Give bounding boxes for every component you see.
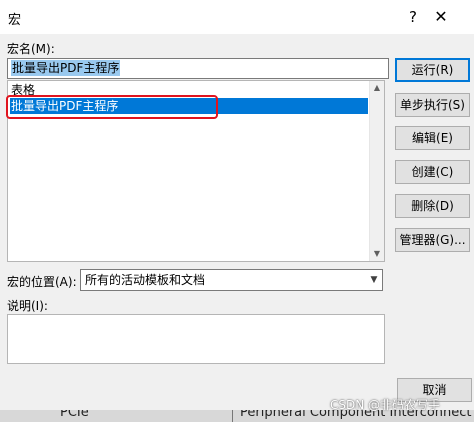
macro-name-input[interactable]: 批量导出PDF主程序 xyxy=(7,58,389,79)
delete-button[interactable]: 删除(D) xyxy=(395,194,470,218)
step-into-button[interactable]: 单步执行(S) xyxy=(395,93,470,117)
background-divider xyxy=(232,410,233,422)
title-bar: 宏 ? ✕ xyxy=(0,0,474,34)
macro-name-value: 批量导出PDF主程序 xyxy=(11,60,121,76)
description-field[interactable] xyxy=(7,314,385,364)
edit-button[interactable]: 编辑(E) xyxy=(395,126,470,150)
macro-list[interactable]: 表格 批量导出PDF主程序 ▲ ▼ xyxy=(7,80,385,262)
macro-dialog: 宏 ? ✕ 宏名(M): 批量导出PDF主程序 表格 批量导出PDF主程序 ▲ … xyxy=(0,0,474,410)
macros-in-select[interactable]: 所有的活动模板和文档 ▼ xyxy=(80,269,383,291)
scroll-down-icon[interactable]: ▼ xyxy=(370,247,384,261)
macro-name-label: 宏名(M): xyxy=(7,42,55,56)
list-scrollbar[interactable]: ▲ ▼ xyxy=(369,81,384,261)
dialog-title: 宏 xyxy=(8,13,22,28)
description-label: 说明(I): xyxy=(7,299,48,313)
list-item-selected[interactable]: 批量导出PDF主程序 xyxy=(10,98,368,114)
run-button[interactable]: 运行(R) xyxy=(395,58,470,82)
chevron-down-icon[interactable]: ▼ xyxy=(366,270,382,290)
list-item[interactable]: 表格 xyxy=(10,82,368,98)
help-button[interactable]: ? xyxy=(400,4,426,30)
macros-in-label: 宏的位置(A): xyxy=(7,275,77,289)
watermark: CSDN @非码农写手 xyxy=(330,398,441,412)
create-button[interactable]: 创建(C) xyxy=(395,160,470,184)
scroll-up-icon[interactable]: ▲ xyxy=(370,81,384,95)
background-text-left: PCIe xyxy=(60,410,89,420)
organizer-button[interactable]: 管理器(G)... xyxy=(395,228,470,252)
close-button[interactable]: ✕ xyxy=(428,4,454,30)
macros-in-value: 所有的活动模板和文档 xyxy=(85,273,206,287)
